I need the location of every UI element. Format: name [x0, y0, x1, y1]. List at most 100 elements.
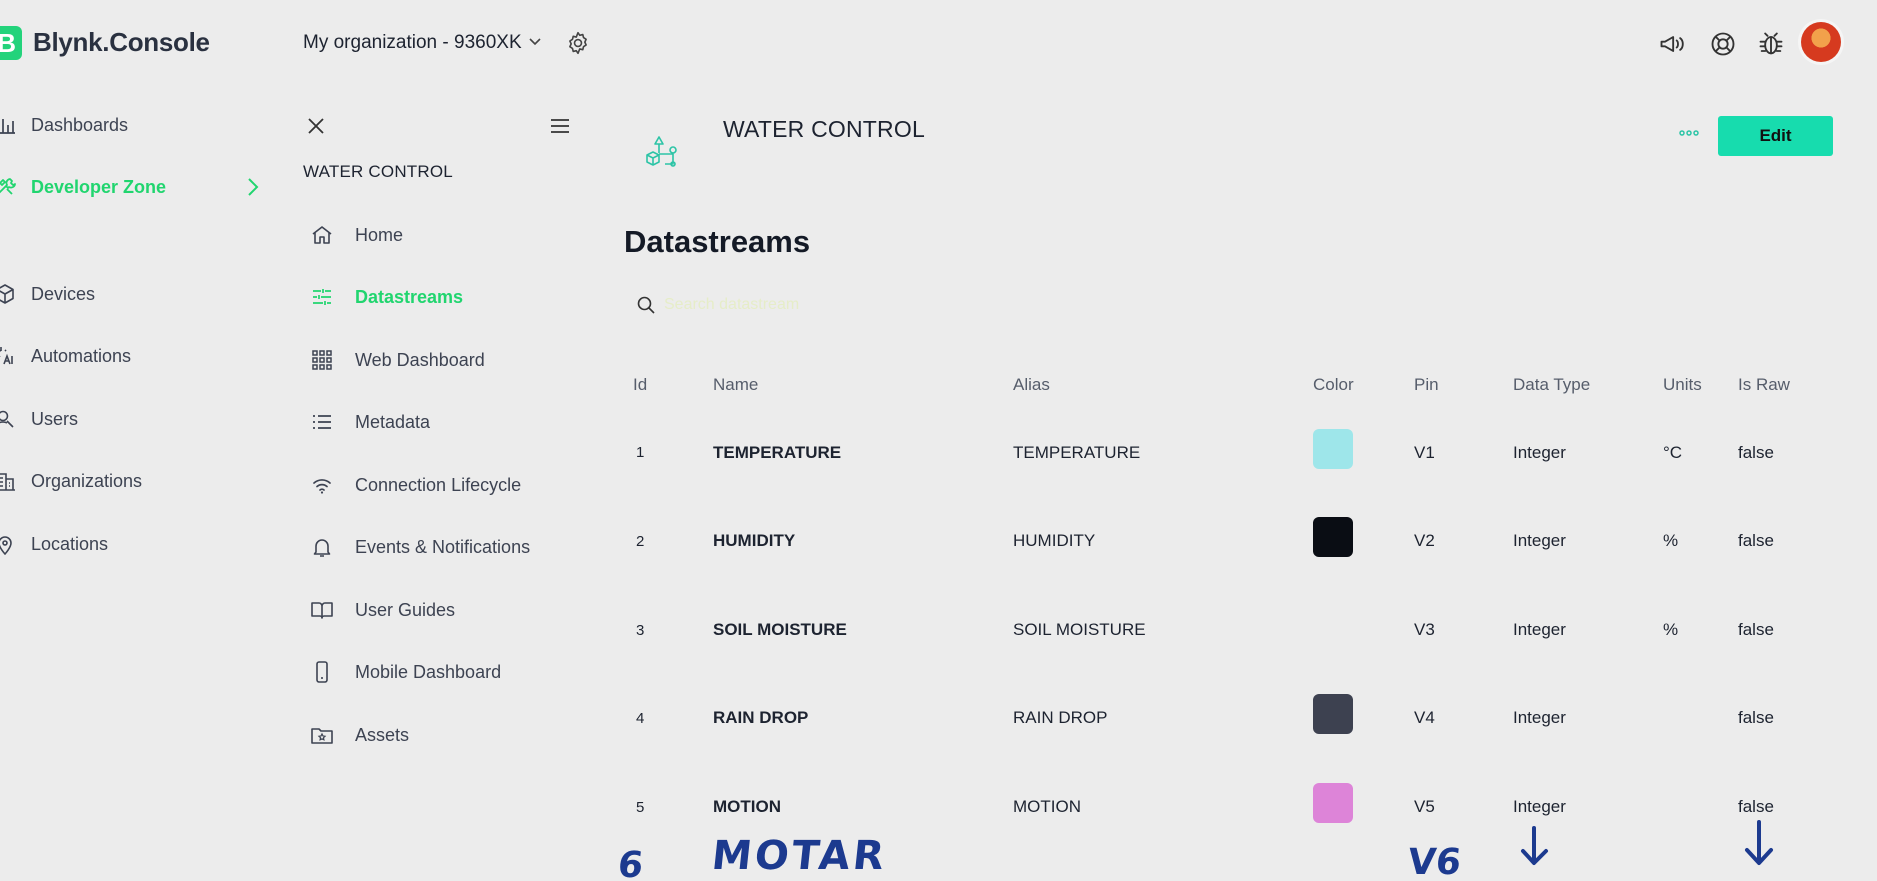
subnav-item-mobile-dashboard[interactable]: Mobile Dashboard — [310, 660, 501, 684]
col-header-pin[interactable]: Pin — [1414, 375, 1439, 395]
subnav-item-web-dashboard[interactable]: Web Dashboard — [310, 348, 485, 372]
subnav-item-label: Metadata — [355, 411, 431, 432]
row-3-units: % — [1663, 620, 1679, 639]
col-header-id[interactable]: Id — [633, 375, 647, 395]
dashboards-icon — [0, 119, 15, 134]
subnav-item-home[interactable]: Home — [310, 223, 403, 247]
template-icon — [646, 136, 677, 167]
row-2-color-swatch — [1313, 517, 1353, 557]
col-header-units[interactable]: Units — [1663, 375, 1702, 395]
col-header-color[interactable]: Color — [1313, 375, 1354, 395]
close-icon[interactable] — [305, 115, 327, 137]
menu-icon[interactable] — [549, 116, 571, 136]
wifi-icon — [313, 479, 331, 494]
bug-icon[interactable] — [1757, 30, 1785, 58]
chevron-down-icon — [529, 38, 541, 46]
sidebar-item-devices[interactable]: Devices — [0, 283, 95, 305]
more-options-icon[interactable] — [1677, 126, 1701, 140]
blynk-logo[interactable]: B — [0, 26, 22, 60]
row-3-name[interactable]: SOIL MOISTURE — [713, 620, 847, 640]
app-name[interactable]: Blynk.Console — [33, 27, 210, 58]
bell-icon — [313, 539, 331, 557]
search-icon — [637, 296, 655, 314]
mobile-phone-icon — [316, 661, 328, 683]
row-3-alias: SOIL MOISTURE — [1013, 620, 1146, 639]
row-5-alias: MOTION — [1013, 797, 1081, 816]
cube-icon — [0, 284, 14, 304]
user-search-icon — [0, 410, 14, 428]
row-2-alias: HUMIDITY — [1013, 531, 1096, 550]
handwritten-arrow-down-icon — [1521, 826, 1548, 865]
list-icon — [313, 415, 331, 429]
row-2-data-type: Integer — [1513, 531, 1566, 550]
home-icon — [312, 226, 332, 244]
row-2-pin: V2 — [1414, 531, 1435, 550]
col-header-data-type[interactable]: Data Type — [1513, 375, 1590, 395]
row-1-data-type: Integer — [1513, 443, 1566, 462]
row-3-data-type: Integer — [1513, 620, 1566, 639]
subnav-item-metadata[interactable]: Metadata — [310, 410, 430, 434]
subnav-item-connection-lifecycle[interactable]: Connection Lifecycle — [310, 473, 521, 497]
search-input[interactable] — [664, 296, 1044, 314]
book-icon — [311, 602, 333, 619]
sidebar-item-label: Devices — [31, 283, 96, 304]
col-header-name[interactable]: Name — [713, 375, 758, 395]
datastreams-icon — [313, 289, 331, 305]
row-5-color-swatch — [1313, 783, 1353, 823]
row-4-alias: RAIN DROP — [1013, 708, 1108, 727]
chevron-right-icon[interactable] — [244, 175, 262, 199]
row-4-is-raw: false — [1738, 708, 1774, 727]
row-1-name[interactable]: TEMPERATURE — [713, 443, 841, 463]
org-name: My organization - 9360XK — [303, 32, 522, 53]
subnav-item-user-guides[interactable]: User Guides — [310, 598, 455, 622]
subnav-item-datastreams[interactable]: Datastreams — [310, 285, 463, 309]
template-title: WATER CONTROL — [303, 162, 453, 181]
row-5-data-type: Integer — [1513, 797, 1566, 816]
row-4-data-type: Integer — [1513, 708, 1566, 727]
row-1-alias: TEMPERATURE — [1013, 443, 1141, 462]
handwritten-name: MOTAR — [709, 833, 890, 879]
sidebar-item-label: Developer Zone — [31, 176, 167, 197]
subnav-item-events-notifications[interactable]: Events & Notifications — [310, 535, 530, 559]
sidebar-item-users[interactable]: Users — [0, 408, 78, 430]
template-name: WATER CONTROL — [723, 116, 925, 142]
megaphone-icon[interactable] — [1658, 30, 1686, 58]
row-5-name[interactable]: MOTION — [713, 797, 781, 817]
row-1-color-swatch — [1313, 429, 1353, 469]
sidebar-item-label: Dashboards — [31, 114, 129, 135]
row-1-units: °C — [1663, 443, 1683, 462]
sidebar-item-developer-zone[interactable]: Developer Zone — [0, 176, 166, 198]
user-avatar[interactable] — [1801, 22, 1841, 62]
sidebar-item-organizations[interactable]: Organizations — [0, 470, 142, 492]
edit-button[interactable]: Edit — [1718, 116, 1833, 156]
subnav-item-assets[interactable]: Assets — [310, 723, 409, 747]
row-4-name[interactable]: RAIN DROP — [713, 708, 808, 728]
search-bar[interactable] — [636, 290, 1056, 320]
row-3-is-raw: false — [1738, 620, 1774, 639]
sidebar-item-label: Automations — [31, 345, 132, 366]
org-switcher[interactable]: My organization - 9360XK — [303, 32, 542, 54]
col-header-alias[interactable]: Alias — [1013, 375, 1050, 395]
building-icon — [0, 473, 15, 491]
sidebar-item-locations[interactable]: Locations — [0, 533, 108, 555]
subnav-item-label: Events & Notifications — [355, 536, 531, 557]
location-pin-icon — [0, 536, 12, 555]
subnav-item-label: Web Dashboard — [355, 349, 485, 370]
sidebar-item-dashboards[interactable]: Dashboards — [0, 114, 128, 136]
row-2-name[interactable]: HUMIDITY — [713, 531, 795, 551]
sidebar-item-label: Users — [31, 408, 79, 429]
row-4-color-swatch — [1313, 694, 1353, 734]
subnav-item-label: User Guides — [355, 599, 456, 620]
row-3-pin: V3 — [1414, 620, 1435, 639]
row-5-id: 5 — [636, 799, 645, 816]
tools-icon — [0, 178, 16, 195]
gear-icon[interactable] — [565, 30, 591, 56]
automation-icon — [0, 347, 13, 365]
help-lifebuoy-icon[interactable] — [1709, 30, 1737, 58]
row-1-is-raw: false — [1738, 443, 1774, 462]
col-header-is-raw[interactable]: Is Raw — [1738, 375, 1790, 395]
sidebar-item-label: Locations — [31, 533, 109, 554]
subnav-item-label: Home — [355, 224, 404, 245]
sidebar-item-automations[interactable]: Automations — [0, 345, 131, 367]
subnav-item-label: Connection Lifecycle — [355, 474, 522, 495]
